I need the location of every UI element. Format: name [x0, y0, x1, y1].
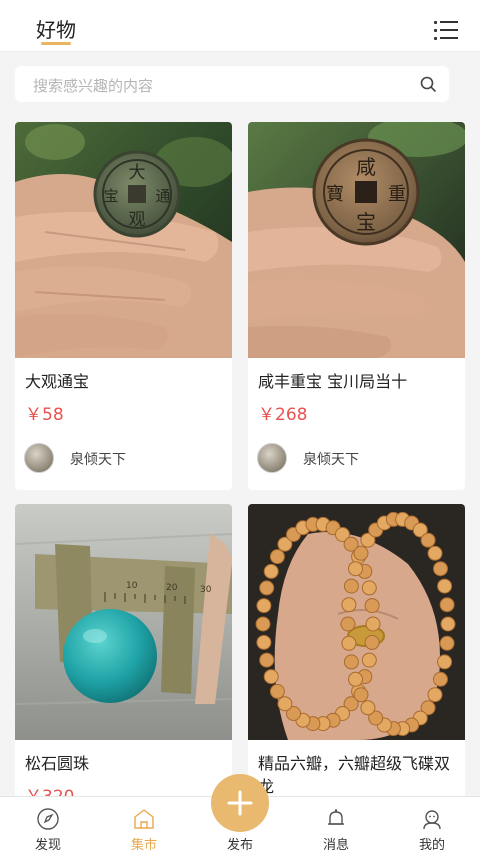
- caliper-scale-10: 10: [126, 581, 138, 591]
- bead: [439, 597, 455, 613]
- product-title[interactable]: 咸丰重宝 宝川局当十: [258, 370, 458, 393]
- bead: [340, 616, 356, 632]
- bead: [353, 545, 369, 561]
- tab-label: 我的: [418, 838, 445, 853]
- bead: [269, 549, 285, 565]
- bead: [263, 669, 279, 685]
- avatar[interactable]: [257, 443, 287, 473]
- bead: [348, 671, 363, 687]
- bead: [269, 683, 285, 699]
- product-image-bodhi-beads[interactable]: [248, 504, 465, 740]
- page-title[interactable]: 好物: [36, 14, 76, 43]
- bead: [255, 616, 271, 632]
- bead: [361, 580, 377, 596]
- menu-list-button[interactable]: [434, 20, 458, 40]
- coin-char-bottom: 宝: [356, 210, 376, 234]
- top-bar: 好物: [0, 0, 480, 52]
- product-price: ￥58: [25, 405, 64, 425]
- bead: [433, 561, 448, 577]
- bead: [353, 687, 369, 703]
- product-title[interactable]: 松石圆珠: [25, 752, 225, 775]
- bell-icon: [328, 809, 344, 825]
- caliper-scale-20: 20: [166, 583, 178, 593]
- coin-char-right: 通: [155, 187, 170, 205]
- search-bar[interactable]: 搜索感兴趣的内容: [15, 66, 449, 102]
- bead: [440, 616, 456, 632]
- bead: [348, 561, 363, 577]
- tab-market[interactable]: 集市: [96, 797, 192, 854]
- bead: [437, 654, 453, 670]
- product-card[interactable]: 10 20 30 松石圆珠 ￥320: [15, 504, 232, 824]
- tab-active-indicator: [41, 42, 71, 45]
- product-image-turquoise-bead[interactable]: 10 20 30: [15, 504, 232, 740]
- bead: [439, 635, 455, 651]
- product-card[interactable]: 精品六瓣，六瓣超级飞碟双龙: [248, 504, 465, 824]
- coin-char-right: 重: [388, 184, 406, 205]
- seller-name[interactable]: 泉倾天下: [70, 449, 126, 469]
- menu-list-icon: [434, 21, 458, 24]
- bead: [360, 700, 376, 716]
- product-image-coin[interactable]: 大 观 通 宝: [15, 122, 232, 358]
- bead: [365, 616, 381, 632]
- bead: [343, 654, 359, 670]
- bead: [420, 532, 436, 548]
- product-price: ￥268: [258, 405, 308, 425]
- bead: [343, 578, 359, 594]
- coin-char-top: 咸: [356, 155, 376, 179]
- product-card[interactable]: 大 观 通 宝 大观通宝 ￥58 泉倾天下: [15, 122, 232, 490]
- bead: [259, 652, 275, 668]
- bead: [256, 634, 272, 650]
- product-title[interactable]: 大观通宝: [25, 370, 225, 393]
- caliper-scale-30: 30: [200, 585, 212, 595]
- bead: [256, 598, 272, 614]
- bead: [277, 696, 293, 712]
- shop-icon: [134, 809, 154, 829]
- bead: [433, 671, 448, 687]
- coin-char-left: 寶: [326, 184, 344, 205]
- bead: [361, 652, 377, 668]
- bead: [263, 563, 279, 579]
- tab-label: 发现: [34, 838, 61, 853]
- avatar[interactable]: [24, 443, 54, 473]
- tab-label: 消息: [322, 838, 349, 853]
- bead: [341, 635, 357, 651]
- coin-char-bottom: 观: [129, 210, 146, 230]
- bead: [259, 580, 275, 596]
- coin-char-left: 宝: [103, 187, 118, 205]
- product-title[interactable]: 精品六瓣，六瓣超级飞碟双龙: [258, 752, 458, 798]
- bead: [427, 545, 443, 561]
- plus-icon: [227, 790, 253, 816]
- bead: [364, 634, 380, 650]
- product-card[interactable]: 咸 宝 重 寶 咸丰重宝 宝川局当十 ￥268 泉倾天下: [248, 122, 465, 490]
- bead: [341, 597, 357, 613]
- publish-button[interactable]: [211, 774, 269, 832]
- seller-name[interactable]: 泉倾天下: [303, 449, 359, 469]
- tab-label: 集市: [130, 838, 157, 853]
- user-icon: [423, 810, 441, 830]
- tab-messages[interactable]: 消息: [288, 797, 384, 854]
- bead: [427, 687, 443, 703]
- product-image-coin[interactable]: 咸 宝 重 寶: [248, 122, 465, 358]
- tab-profile[interactable]: 我的: [384, 797, 480, 854]
- bead: [437, 578, 453, 594]
- search-icon[interactable]: [420, 76, 436, 92]
- compass-icon: [37, 808, 59, 830]
- tab-discover[interactable]: 发现: [0, 797, 96, 854]
- bead: [364, 598, 380, 614]
- tab-label: 发布: [226, 838, 253, 853]
- coin-char-top: 大: [129, 163, 146, 183]
- search-input[interactable]: 搜索感兴趣的内容: [33, 75, 153, 96]
